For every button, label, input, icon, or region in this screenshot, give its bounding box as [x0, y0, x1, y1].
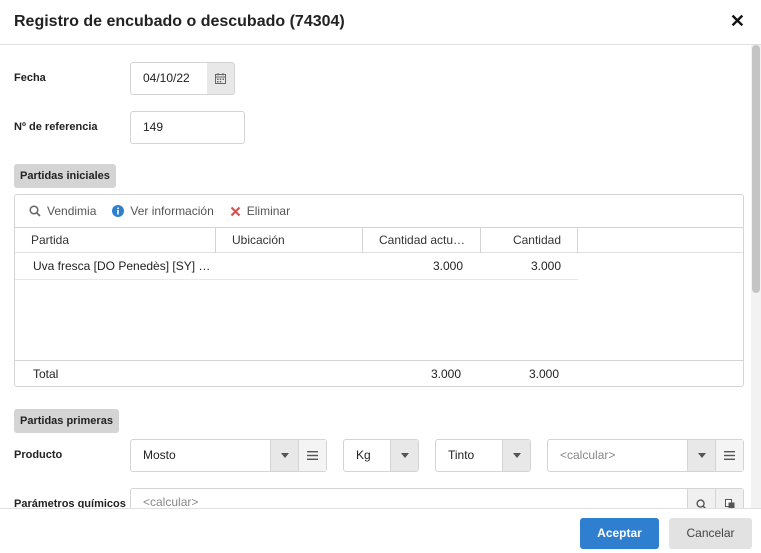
close-icon[interactable]: ✕ — [730, 11, 745, 32]
dialog-header: Registro de encubado o descubado (74304)… — [0, 0, 761, 45]
scrollbar-thumb[interactable] — [752, 45, 760, 293]
total-label: Total — [33, 367, 59, 381]
column-cantidad[interactable]: Cantidad — [481, 228, 578, 253]
unidad-select[interactable]: Kg — [343, 439, 419, 472]
delete-icon — [230, 206, 241, 216]
parametros-label: Parámetros químicos — [14, 498, 126, 508]
eliminar-button[interactable]: Eliminar — [230, 204, 290, 218]
calcular-select[interactable]: <calcular> — [547, 439, 744, 472]
chevron-down-icon — [280, 453, 289, 458]
cancelar-button[interactable]: Cancelar — [669, 518, 752, 549]
parametros-copy-button[interactable] — [715, 489, 743, 508]
dialog-footer: Aceptar Cancelar — [0, 508, 761, 553]
info-icon — [112, 205, 125, 217]
dialog-title: Registro de encubado o descubado (74304) — [14, 13, 345, 30]
total-cantidad: 3.000 — [528, 367, 559, 381]
cell-ubicacion — [232, 253, 362, 279]
producto-label: Producto — [14, 449, 63, 461]
menu-lines-icon — [307, 451, 318, 460]
cell-cantidad: 3.000 — [530, 259, 561, 273]
column-ubicacion[interactable]: Ubicación — [216, 228, 363, 253]
producto-menu-button[interactable] — [298, 440, 326, 471]
parametros-search-button[interactable] — [687, 489, 715, 508]
ver-informacion-label: Ver información — [130, 204, 214, 218]
fecha-input[interactable]: 04/10/22 — [130, 62, 208, 95]
partidas-primeras-label: Partidas primeras — [14, 409, 119, 433]
ver-informacion-button[interactable]: Ver información — [112, 204, 214, 218]
total-cantidad-actual: 3.000 — [430, 367, 461, 381]
partidas-iniciales-grid: Vendimia Ver información Eliminar Partid… — [14, 194, 744, 387]
vertical-scrollbar[interactable] — [751, 45, 761, 508]
grid-total-row: Total 3.000 3.000 — [15, 360, 743, 386]
cell-partida: Uva fresca [DO Penedès] [SY] … — [33, 259, 211, 273]
fecha-label: Fecha — [14, 72, 46, 84]
grid-toolbar: Vendimia Ver información Eliminar — [15, 195, 743, 227]
producto-select[interactable]: Mosto — [130, 439, 327, 472]
calendar-button[interactable] — [207, 62, 235, 95]
tipo-select[interactable]: Tinto — [435, 439, 531, 472]
cell-cantidad-actual: 3.000 — [432, 259, 463, 273]
partidas-iniciales-label: Partidas iniciales — [14, 164, 116, 188]
calcular-menu-button[interactable] — [715, 440, 743, 471]
unidad-dropdown-button[interactable] — [390, 440, 418, 471]
parametros-placeholder: <calcular> — [143, 495, 199, 508]
column-cantidad-actual[interactable]: Cantidad actu… — [363, 228, 481, 253]
calendar-icon — [215, 73, 226, 84]
chevron-down-icon — [697, 453, 706, 458]
producto-dropdown-button[interactable] — [270, 440, 298, 471]
vendimia-button[interactable]: Vendimia — [29, 204, 96, 218]
search-icon — [29, 205, 41, 217]
producto-value: Mosto — [143, 448, 176, 462]
referencia-input[interactable]: 149 — [130, 111, 245, 144]
copy-icon — [724, 499, 734, 508]
vendimia-label: Vendimia — [47, 204, 97, 218]
chevron-down-icon — [400, 453, 409, 458]
chevron-down-icon — [512, 453, 521, 458]
aceptar-button[interactable]: Aceptar — [580, 518, 659, 549]
table-row[interactable]: Uva fresca [DO Penedès] [SY] … 3.000 3.0… — [15, 253, 578, 280]
unidad-value: Kg — [356, 448, 371, 462]
referencia-label: Nº de referencia — [14, 121, 98, 133]
menu-lines-icon — [724, 451, 735, 460]
grid-header: Partida Ubicación Cantidad actu… Cantida… — [15, 227, 743, 253]
dialog-content: Fecha 04/10/22 Nº de referencia 149 Part… — [0, 45, 751, 508]
calcular-dropdown-button[interactable] — [687, 440, 715, 471]
calcular-placeholder: <calcular> — [560, 448, 616, 462]
column-partida[interactable]: Partida — [15, 228, 216, 253]
search-icon — [696, 499, 707, 508]
eliminar-label: Eliminar — [246, 204, 291, 218]
tipo-dropdown-button[interactable] — [502, 440, 530, 471]
parametros-input[interactable]: <calcular> — [130, 488, 744, 508]
tipo-value: Tinto — [448, 448, 475, 462]
